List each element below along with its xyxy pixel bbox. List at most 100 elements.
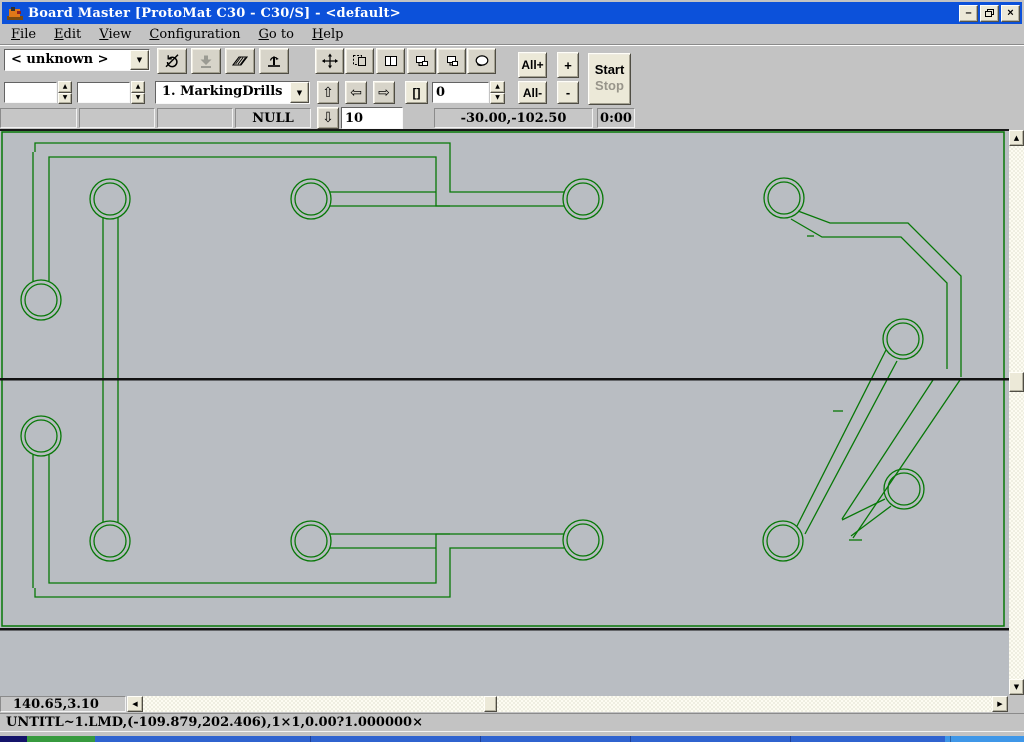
start-label: Start <box>589 62 630 78</box>
taskbar-segment[interactable] <box>945 736 1024 742</box>
spinner-down-icon[interactable]: ▼ <box>58 93 72 105</box>
vscroll-up-button[interactable]: ▲ <box>1009 130 1024 146</box>
hatch-area-button[interactable] <box>225 48 255 74</box>
menu-edit[interactable]: Edit <box>45 26 90 43</box>
board-canvas[interactable] <box>0 129 1009 697</box>
x-spinner[interactable]: ▲ ▼ <box>58 81 72 104</box>
copy-back-button[interactable] <box>437 48 466 74</box>
taskbar-divider <box>480 736 481 742</box>
position-readout: -30.00,-102.50 <box>434 108 593 128</box>
lower-head-button[interactable] <box>191 48 221 74</box>
lower-head-icon <box>197 53 215 69</box>
menu-view[interactable]: View <box>90 26 140 43</box>
up-arrow-icon: ⇧ <box>322 86 334 100</box>
taskbar-divider <box>310 736 311 742</box>
taskbar-divider <box>630 736 631 742</box>
menu-bar: FileEditViewConfigurationGo toHelp <box>2 25 1022 44</box>
status-cell-1 <box>0 108 77 128</box>
hscroll-right-button[interactable]: ▶ <box>992 696 1008 712</box>
plus-button[interactable]: + <box>557 52 579 78</box>
pcb-preview <box>0 131 1009 695</box>
all-plus-button[interactable]: All+ <box>518 52 547 78</box>
rotate-mill-icon <box>163 53 181 69</box>
hscroll-thumb[interactable] <box>484 696 497 712</box>
step-down-button[interactable]: ⇩ <box>317 107 339 129</box>
chevron-down-icon[interactable]: ▼ <box>130 50 149 70</box>
brackets-button[interactable]: [] <box>405 81 428 104</box>
tool-status-cell: NULL <box>235 108 311 128</box>
vscroll-thumb[interactable] <box>1009 372 1024 392</box>
minus-button[interactable]: - <box>557 81 579 104</box>
spinner-up-icon[interactable]: ▲ <box>490 81 505 93</box>
toolbar: < unknown > ▼ <box>0 46 1024 129</box>
zoom-button[interactable] <box>467 48 496 74</box>
close-button[interactable]: × <box>1001 5 1020 22</box>
spinner-down-icon[interactable]: ▼ <box>490 93 505 105</box>
hscroll-left-button[interactable]: ◀ <box>127 696 143 712</box>
taskbar-divider <box>950 736 951 742</box>
taskbar-segment[interactable] <box>0 736 27 742</box>
minimize-button[interactable]: – <box>959 5 978 22</box>
start-stop-button[interactable]: Start Stop <box>588 53 631 105</box>
left-arrow-icon: ⇦ <box>350 86 362 100</box>
head-selector-value: < unknown > <box>5 50 130 70</box>
select-area-icon <box>351 53 369 69</box>
taskbar-divider <box>790 736 791 742</box>
spinner-down-icon[interactable]: ▼ <box>131 93 145 105</box>
taskbar-strip[interactable] <box>0 736 1024 742</box>
taskbar-segment[interactable] <box>27 736 95 742</box>
move-cross-icon <box>321 53 339 69</box>
application-window: Board Master [ProtoMat C30 - C30/S] - <d… <box>0 0 1024 742</box>
stop-label: Stop <box>589 78 630 94</box>
copy-forward-icon <box>413 53 431 69</box>
rotate-mill-button[interactable] <box>157 48 187 74</box>
app-icon <box>6 6 24 21</box>
select-area-button[interactable] <box>345 48 374 74</box>
taskbar-segment[interactable] <box>95 736 945 742</box>
vscroll-track[interactable] <box>1009 146 1024 679</box>
vscroll-down-button[interactable]: ▼ <box>1009 679 1024 695</box>
scroll-right-icon: ▶ <box>997 700 1002 708</box>
move-cross-button[interactable] <box>315 48 344 74</box>
menu-help[interactable]: Help <box>303 26 353 43</box>
right-arrow-icon: ⇨ <box>378 86 390 100</box>
phase-selector-value: 1. MarkingDrills <box>156 82 290 103</box>
tile-windows-icon <box>382 53 400 69</box>
copy-forward-button[interactable] <box>407 48 436 74</box>
status-bar: UNTITL~1.LMD,(-109.879,202.406),1×1,0.00… <box>0 713 1024 732</box>
restore-icon <box>985 9 994 17</box>
copy-back-icon <box>443 53 461 69</box>
value-field[interactable] <box>432 82 489 103</box>
menu-go-to[interactable]: Go to <box>250 26 303 43</box>
x-position-field[interactable] <box>4 82 57 103</box>
status-text: UNTITL~1.LMD,(-109.879,202.406),1×1,0.00… <box>6 715 423 730</box>
phase-selector-combo[interactable]: 1. MarkingDrills ▼ <box>155 81 310 104</box>
step-size-field[interactable] <box>341 107 403 129</box>
scroll-left-icon: ◀ <box>132 700 137 708</box>
value-spinner[interactable]: ▲ ▼ <box>490 81 505 104</box>
step-up-button[interactable]: ⇧ <box>317 81 339 104</box>
spinner-up-icon[interactable]: ▲ <box>131 81 145 93</box>
hscroll-track[interactable] <box>143 696 992 712</box>
title-bar[interactable]: Board Master [ProtoMat C30 - C30/S] - <d… <box>2 2 1022 24</box>
zoom-icon <box>473 53 491 69</box>
tool-exchange-button[interactable] <box>259 48 289 74</box>
all-minus-button[interactable]: All- <box>518 81 547 104</box>
cursor-coordinates: 140.65,3.10 <box>0 696 126 712</box>
spinner-up-icon[interactable]: ▲ <box>58 81 72 93</box>
menu-file[interactable]: File <box>2 26 45 43</box>
chevron-down-icon[interactable]: ▼ <box>290 82 309 103</box>
y-spinner[interactable]: ▲ ▼ <box>131 81 145 104</box>
scroll-up-icon: ▲ <box>1014 134 1019 142</box>
step-right-button[interactable]: ⇨ <box>373 81 395 104</box>
step-left-button[interactable]: ⇦ <box>345 81 367 104</box>
y-position-field[interactable] <box>77 82 130 103</box>
window-title: Board Master [ProtoMat C30 - C30/S] - <d… <box>28 6 957 21</box>
head-selector-combo[interactable]: < unknown > ▼ <box>4 49 150 71</box>
menu-configuration[interactable]: Configuration <box>140 26 249 43</box>
status-cell-2 <box>79 108 155 128</box>
tile-windows-button[interactable] <box>376 48 405 74</box>
restore-button[interactable] <box>980 5 999 22</box>
status-cell-3 <box>157 108 233 128</box>
tool-exchange-icon <box>265 53 283 69</box>
